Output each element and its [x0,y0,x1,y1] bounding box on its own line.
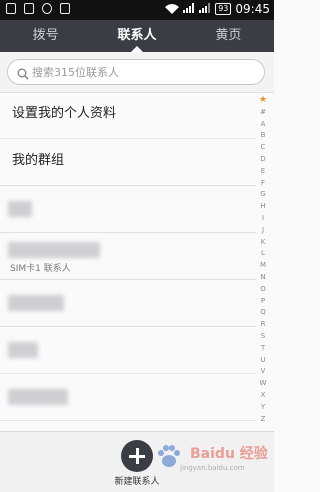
battery-indicator: 93 [215,3,232,15]
tab-yellow-pages[interactable]: 黄页 [183,20,274,52]
watermark-brand: Baidu 经验 [190,446,268,462]
index-letter[interactable]: E [257,166,269,178]
add-contact-button[interactable] [121,440,153,472]
index-letter[interactable]: D [257,154,269,166]
index-letter[interactable]: B [257,130,269,142]
contact-list: 设置我的个人资料 我的群组 SIM卡1 联系人 [0,92,256,421]
index-letter[interactable]: C [257,142,269,154]
set-profile-row[interactable]: 设置我的个人资料 [0,92,256,139]
index-letter[interactable]: ★ [257,95,269,107]
index-letter[interactable]: T [257,343,269,355]
blurred-name [8,389,68,405]
contact-row[interactable] [0,280,256,327]
contact-row[interactable] [0,374,256,421]
blurred-name [8,242,100,258]
index-letter[interactable]: F [257,178,269,190]
image-notification-icon [6,3,16,14]
tab-contacts[interactable]: 联系人 [91,20,182,52]
signal-icon [183,2,195,16]
status-bar: 93 09:45 [0,0,274,20]
search-box[interactable] [7,59,265,85]
index-letter[interactable]: K [257,237,269,249]
index-letter[interactable]: L [257,248,269,260]
sim-contact-subtitle: SIM卡1 联系人 [10,264,71,274]
my-groups-row[interactable]: 我的群组 [0,139,256,186]
paw-logo-icon [156,444,182,470]
index-letter[interactable]: Z [257,414,269,426]
blurred-name [8,342,38,358]
contact-row[interactable] [0,186,256,233]
index-letter[interactable]: R [257,319,269,331]
index-letter[interactable]: Q [257,307,269,319]
index-letter[interactable]: J [257,225,269,237]
index-letter[interactable]: X [257,390,269,402]
wifi-icon [165,4,180,14]
index-letter[interactable]: M [257,260,269,272]
clock: 09:45 [235,2,270,16]
notification-icons [6,3,70,14]
search-icon [17,65,29,84]
grid-notification-icon [60,3,70,14]
index-letter[interactable]: O [257,284,269,296]
tab-bar: 拨号 联系人 黄页 [0,20,274,52]
qr-notification-icon [24,3,34,14]
alphabet-index[interactable]: ★ # A B C D E F G H I J K L M N O P Q R S T U V W X Y Z [257,95,269,425]
set-profile-label: 设置我的个人资料 [12,106,117,121]
index-letter[interactable]: Y [257,402,269,414]
my-groups-label: 我的群组 [12,153,65,168]
index-letter[interactable]: S [257,331,269,343]
signal-icon-2 [199,2,211,16]
index-letter[interactable]: W [257,378,269,390]
index-letter[interactable]: G [257,189,269,201]
index-letter[interactable]: # [257,107,269,119]
contact-row[interactable] [0,327,256,374]
watermark: Baidu 经验 jingyan.baidu.com [150,438,270,478]
index-letter[interactable]: U [257,355,269,367]
index-letter[interactable]: P [257,296,269,308]
contact-row[interactable]: SIM卡1 联系人 [0,233,256,280]
contact-notification-icon [42,3,52,14]
search-area [0,52,274,93]
index-letter[interactable]: N [257,272,269,284]
index-letter[interactable]: V [257,366,269,378]
tab-dialer[interactable]: 拨号 [0,20,91,52]
watermark-url: jingyan.baidu.com [180,464,245,472]
blurred-name [8,201,32,217]
blurred-name [8,295,64,311]
index-letter[interactable]: I [257,213,269,225]
index-letter[interactable]: A [257,119,269,131]
index-letter[interactable]: H [257,201,269,213]
search-input[interactable] [32,63,252,81]
